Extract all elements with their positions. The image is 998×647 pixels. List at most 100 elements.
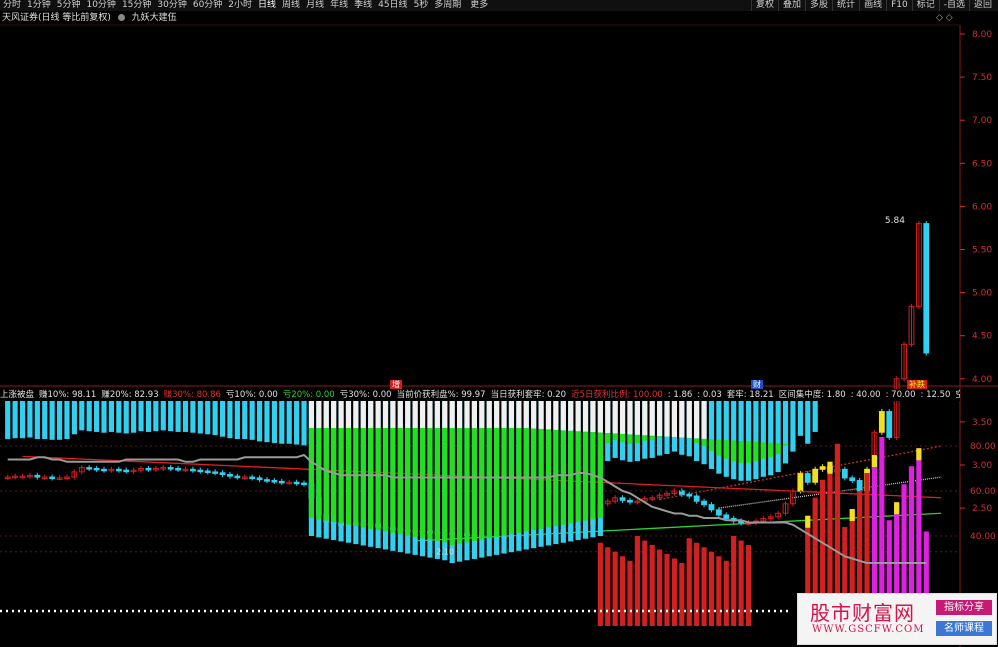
lower-green-59 [442,428,448,543]
indicator-value-3: 赚30%: 80.86 [163,390,221,400]
lower-cyan-32 [242,401,248,440]
lower-white-79 [590,401,596,433]
event-marker-increase[interactable]: 增 [390,380,402,389]
lower-white-53 [397,401,403,428]
lower-green-44 [331,428,337,523]
lower-green-69 [516,428,522,533]
lower-cyan-39 [294,401,300,445]
price-chart[interactable]: 80.00 60.00 40.00 8.00 7.50 7.00 6.50 6.00 5.50… [0,0,998,647]
lower-white-85 [634,401,640,435]
candle-body-96 [715,509,722,516]
lower-cyan-35 [264,401,270,443]
ytick-label-0: 8.00 [972,30,992,40]
lower-white-78 [582,401,589,432]
lower-cyan-1 [12,401,18,439]
lower-cyan-6 [49,401,55,440]
lower-red-94 [701,547,707,626]
candle-body-26 [197,469,204,473]
candle-body-108 [804,473,811,483]
lower-green-71 [531,428,537,531]
candle-body-35 [264,479,270,482]
lower-green-57 [427,428,433,540]
indicator-value-9: 近5日获利比例: 100.00 [571,390,663,400]
event-marker-finance[interactable]: 财 [751,380,763,389]
lower-green-58 [434,428,440,541]
lower-green-51 [382,428,389,532]
lower-white-75 [560,401,566,431]
lower-white-63 [471,401,478,428]
lower-red-90 [671,558,678,626]
site-watermark-logo: 股市财富网 WWW.GSCFW.COM 指标分享 名师课程 [797,593,997,645]
lower-green-99 [738,441,744,463]
lower-green-97 [723,440,729,459]
lower-cyan-96 [716,401,722,474]
lower-cyan-14 [108,401,115,432]
lower-white-81 [605,401,611,433]
candle-body-29 [219,472,226,475]
lower-yellow-111 [827,461,833,474]
indicator-value-8: 当日获利套牢: 0.20 [490,390,567,400]
lower-red-100 [745,545,752,626]
indicator-value-13: 区间集中度: 1.80 [778,390,846,400]
candle-body-92 [686,493,693,497]
lower-white-47 [353,401,359,428]
candle-body-115 [856,480,863,492]
lower-cyan-4 [34,401,40,440]
lower-cyan-109 [812,401,818,432]
candle-body-34 [256,477,263,481]
lower-cyan-101 [753,401,759,480]
lower-cyan-98 [731,401,737,480]
ytick-label-5: 5.50 [972,246,992,256]
lower-cyan-21 [160,401,166,431]
lower-white-77 [575,401,581,432]
lower-green-100 [745,441,752,463]
lower-green-48 [360,428,366,528]
lower-green-80 [597,432,603,518]
lower-cyan-38 [286,401,292,444]
lower-red-98 [731,536,737,626]
lower-green-87 [649,435,655,440]
lower-red-84 [627,560,633,626]
lower-green-74 [553,429,559,527]
lower-cyan-102 [760,401,766,477]
lower-green-66 [494,428,500,537]
lower-cyan-17 [131,401,137,433]
lower-green-76 [568,430,574,524]
candle-body-113 [841,468,848,479]
lower-white-58 [434,401,440,428]
candle-body-97 [723,514,730,519]
lower-cyan-23 [175,401,181,432]
event-marker-fall[interactable]: 补跌 [907,380,927,389]
candle-body-37 [278,480,285,484]
candle-body-36 [271,480,278,483]
lower-cyan-31 [234,401,240,440]
lower-white-69 [516,401,522,428]
lower-red-82 [612,551,618,626]
lower-cyan-40 [301,401,307,446]
lower-cyan-19 [145,401,152,432]
lower-green-85 [634,434,640,444]
candle-body-22 [167,467,174,470]
lower-white-59 [442,401,448,428]
lower-cyan-28 [212,401,218,436]
lower-ytick-1: 60.00 [970,487,996,497]
lower-white-71 [531,401,537,429]
lower-white-41 [308,401,315,428]
lower-cyan-97 [723,401,729,477]
lower-green-101 [753,441,759,462]
badge-teacher-course: 名师课程 [936,621,992,636]
lower-green-75 [560,430,566,525]
lower-white-70 [523,401,529,428]
lower-white-74 [553,401,559,430]
ytick-label-7: 4.50 [972,332,992,342]
lower-red-97 [723,560,729,626]
lower-cyan-7 [56,401,63,440]
lower-red-92 [686,538,692,626]
lower-cyan-99 [738,401,744,481]
candle-body-40 [301,482,307,486]
lower-white-44 [331,401,337,428]
lower-white-93 [694,401,700,439]
lower-white-56 [419,401,426,428]
lower-white-80 [597,401,603,433]
candle-body-28 [212,471,219,474]
